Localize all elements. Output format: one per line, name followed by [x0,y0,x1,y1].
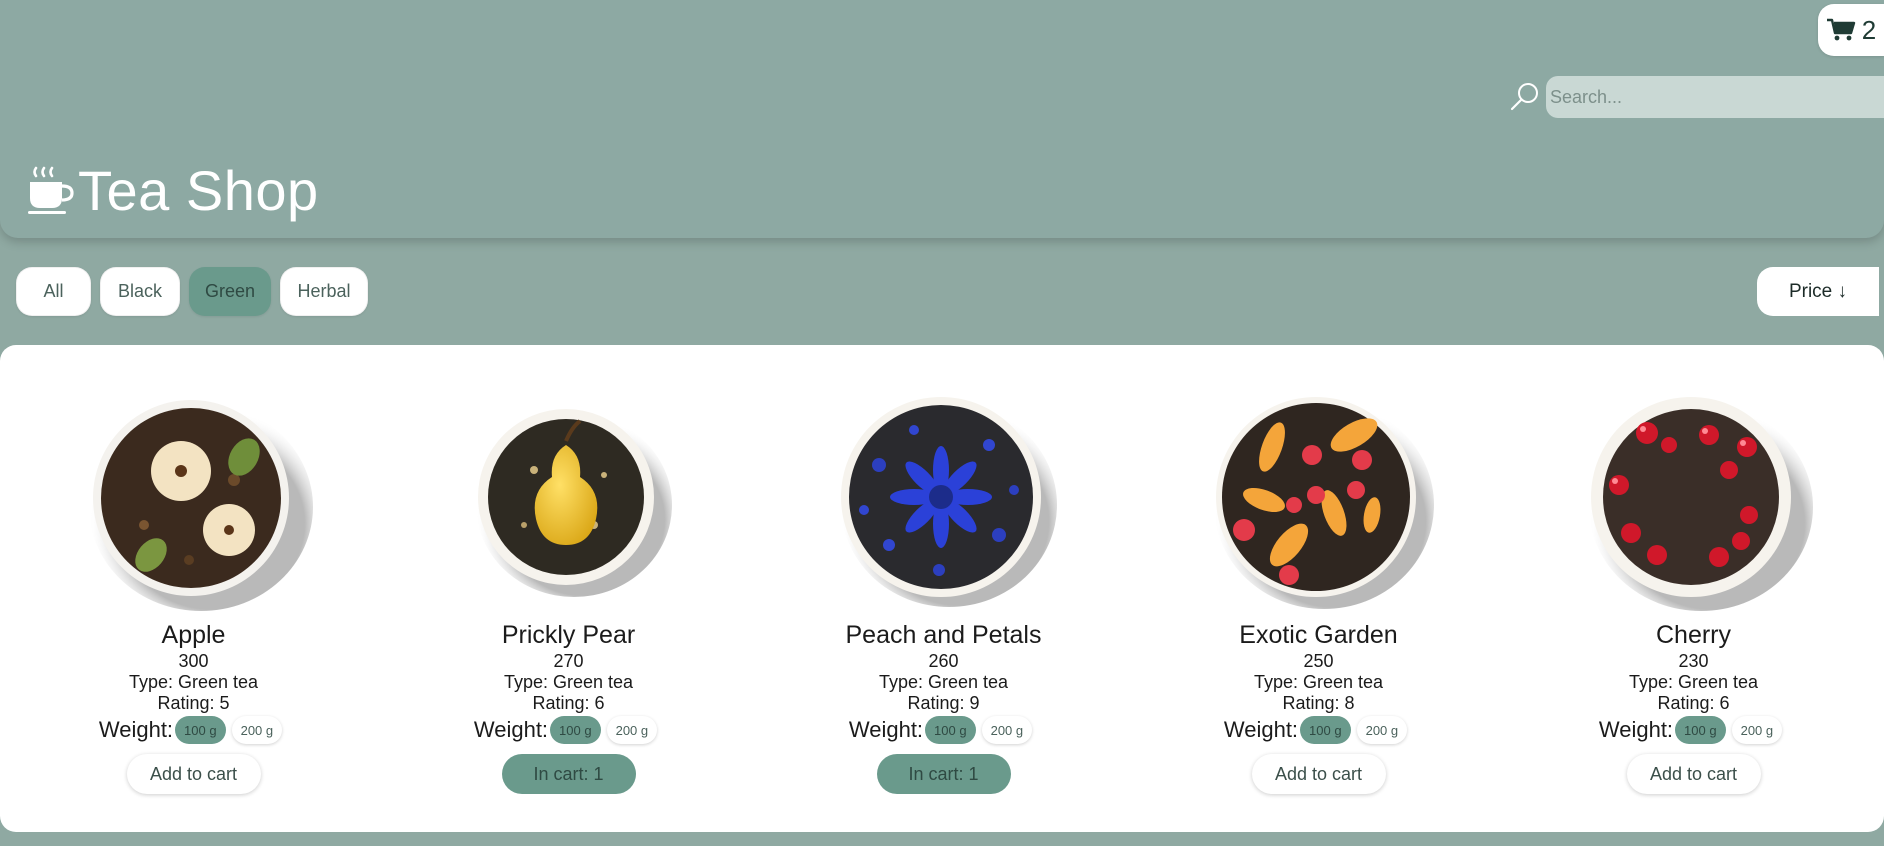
add-to-cart-button[interactable]: Add to cart [1251,754,1386,794]
site-header: 2 Tea Shop [0,0,1884,238]
weight-option-200g[interactable]: 200 g [231,716,283,744]
weight-option-200g[interactable]: 200 g [981,716,1033,744]
filter-herbal[interactable]: Herbal [280,267,368,316]
weight-option-200g[interactable]: 200 g [606,716,658,744]
weight-label: Weight: [1223,717,1299,742]
weight-option-100g[interactable]: 100 g [1675,716,1726,744]
product-card: Cherry 230 Type: Green tea Rating: 6 Wei… [1506,345,1881,832]
weight-selector: Weight: 100 g 200 g [99,716,288,744]
product-price: 270 [553,651,584,671]
weight-option-200g[interactable]: 200 g [1356,716,1408,744]
filter-all[interactable]: All [16,267,91,316]
tea-cup-icon [28,166,74,214]
filter-black[interactable]: Black [100,267,180,316]
product-card: Prickly Pear 270 Type: Green tea Rating:… [381,345,756,832]
product-card: Peach and Petals 260 Type: Green tea Rat… [756,345,1131,832]
in-cart-button[interactable]: In cart: 1 [501,754,636,794]
product-type: Type: Green tea [1253,672,1384,692]
weight-selector: Weight: 100 g 200 g [1224,716,1413,744]
product-name: Peach and Petals [845,621,1042,649]
page-title: Tea Shop [78,159,319,222]
product-type: Type: Green tea [1628,672,1759,692]
weight-selector: Weight: 100 g 200 g [1599,716,1788,744]
weight-selector: Weight: 100 g 200 g [849,716,1038,744]
product-rating: Rating: 9 [907,693,980,713]
sort-price-button[interactable]: Price ↓ [1757,267,1879,316]
weight-option-100g[interactable]: 100 g [925,716,976,744]
add-to-cart-button[interactable]: Add to cart [126,754,261,794]
product-type: Type: Green tea [503,672,634,692]
product-rating: Rating: 8 [1282,693,1355,713]
cart-icon [1826,18,1855,41]
weight-label: Weight: [1598,717,1674,742]
product-price: 230 [1678,651,1709,671]
product-name: Exotic Garden [1239,621,1398,649]
weight-selector: Weight: 100 g 200 g [474,716,663,744]
product-name: Prickly Pear [501,621,636,649]
product-price: 250 [1303,651,1334,671]
cornflower-tea-image [840,397,1057,607]
cart-count: 2 [1861,14,1877,45]
product-type: Type: Green tea [878,672,1009,692]
product-name: Cherry [1655,621,1731,649]
weight-label: Weight: [848,717,924,742]
weight-option-100g[interactable]: 100 g [550,716,601,744]
product-rating: Rating: 6 [532,693,605,713]
product-card: Apple 300 Type: Green tea Rating: 5 Weig… [6,345,381,832]
product-name: Apple [161,621,226,649]
brand: Tea Shop [26,158,319,223]
weight-option-200g[interactable]: 200 g [1731,716,1783,744]
weight-label: Weight: [98,717,174,742]
search-input[interactable] [1546,76,1884,118]
filter-green[interactable]: Green [189,267,271,316]
product-rating: Rating: 6 [1657,693,1730,713]
cart-button[interactable]: 2 [1818,4,1884,56]
product-card: Exotic Garden 250 Type: Green tea Rating… [1131,345,1506,832]
search-bar [1508,76,1884,118]
product-price: 300 [178,651,209,671]
pear-tea-image [475,409,672,597]
in-cart-button[interactable]: In cart: 1 [876,754,1011,794]
product-grid: Apple 300 Type: Green tea Rating: 5 Weig… [0,345,1884,832]
weight-option-100g[interactable]: 100 g [175,716,226,744]
category-filters: All Black Green Herbal [16,267,368,316]
product-type: Type: Green tea [128,672,259,692]
add-to-cart-button[interactable]: Add to cart [1626,754,1761,794]
weight-option-100g[interactable]: 100 g [1300,716,1351,744]
peach-raspberry-tea-image [1213,397,1434,609]
search-icon[interactable] [1508,80,1542,114]
cherry-tea-image [1588,397,1813,611]
product-price: 260 [928,651,959,671]
product-rating: Rating: 5 [157,693,230,713]
weight-label: Weight: [473,717,549,742]
apple-tea-image [88,400,313,611]
